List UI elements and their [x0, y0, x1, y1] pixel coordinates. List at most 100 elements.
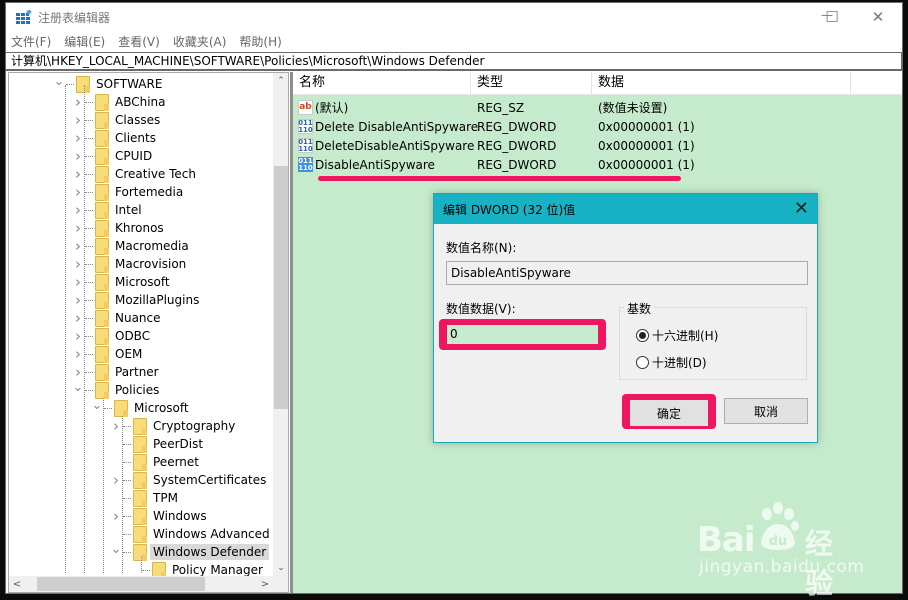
chevron-down-icon[interactable]: ⌄ — [110, 540, 122, 558]
tree-item[interactable]: › ABChina — [72, 93, 166, 111]
address-bar[interactable]: 计算机\HKEY_LOCAL_MACHINE\SOFTWARE\Policies… — [6, 52, 902, 71]
tree-item[interactable]: › Windows — [110, 507, 207, 525]
chevron-right-icon[interactable]: › — [110, 417, 122, 435]
folder-icon — [95, 291, 109, 309]
tree-item[interactable]: › Fortemedia — [72, 183, 183, 201]
value-row[interactable]: ab (默认) REG_SZ (数值未设置) — [293, 98, 902, 117]
tree-item[interactable]: Policy Manager — [129, 561, 263, 576]
chevron-right-icon[interactable]: › — [72, 129, 84, 147]
chevron-right-icon[interactable]: › — [72, 111, 84, 129]
menu-favorites[interactable]: 收藏夹(A) — [168, 32, 232, 52]
tree-item[interactable]: › Microsoft — [72, 273, 170, 291]
folder-icon — [95, 129, 109, 147]
tree-item[interactable]: PeerDist — [110, 435, 203, 453]
tree-item[interactable]: Windows Advanced Th — [110, 525, 273, 543]
tree-connector-line — [123, 443, 131, 445]
tree-item[interactable]: › Macrovision — [72, 255, 186, 273]
column-header-type[interactable]: 类型 — [471, 72, 592, 95]
chevron-right-icon[interactable]: › — [72, 327, 84, 345]
tree-item[interactable]: › Khronos — [72, 219, 164, 237]
radio-hexadecimal[interactable]: 十六进制(H) — [636, 327, 718, 344]
tree-item[interactable]: › Macromedia — [72, 237, 189, 255]
radio-selected-icon[interactable] — [636, 329, 649, 342]
tree-connector-line — [85, 137, 93, 139]
tree-item[interactable]: › OEM — [72, 345, 142, 363]
tree-item[interactable]: TPM — [110, 489, 178, 507]
value-type-cell: REG_DWORD — [477, 119, 557, 134]
chevron-right-icon[interactable]: › — [72, 345, 84, 363]
scroll-left-icon[interactable]: < — [9, 576, 25, 592]
tree-item[interactable]: › Classes — [72, 111, 160, 129]
menu-file[interactable]: 文件(F) — [6, 32, 56, 52]
chevron-right-icon[interactable]: › — [72, 165, 84, 183]
chevron-right-icon[interactable]: › — [72, 201, 84, 219]
tree-connector — [129, 561, 141, 576]
chevron-down-icon[interactable]: ⌄ — [72, 378, 84, 396]
tree-vertical-scrollbar[interactable]: ⌃ ⌄ — [273, 73, 288, 576]
menu-help[interactable]: 帮助(H) — [234, 32, 286, 52]
chevron-right-icon[interactable]: › — [72, 93, 84, 111]
chevron-right-icon[interactable]: › — [72, 309, 84, 327]
value-row[interactable]: 011 110 DeleteDisableAntiSpyware REG_DWORD 0… — [293, 136, 902, 155]
radio-unselected-icon[interactable] — [636, 356, 649, 369]
folder-icon — [152, 561, 166, 576]
tree-item[interactable]: › Nuance — [72, 309, 161, 327]
value-row[interactable]: 011 110 Delete DisableAntiSpyware REG_DWORD… — [293, 117, 902, 136]
chevron-down-icon[interactable]: ⌄ — [53, 73, 65, 90]
folder-icon — [95, 165, 109, 183]
chevron-down-icon[interactable]: ⌄ — [91, 396, 103, 414]
folder-icon — [95, 219, 109, 237]
chevron-right-icon[interactable]: › — [72, 219, 84, 237]
tree-item[interactable]: › SystemCertificates — [110, 471, 266, 489]
chevron-right-icon[interactable]: › — [72, 147, 84, 165]
folder-icon — [95, 255, 109, 273]
chevron-right-icon[interactable]: › — [110, 507, 122, 525]
tree-item[interactable]: › MozillaPlugins — [72, 291, 199, 309]
tree-item[interactable]: Peernet — [110, 453, 199, 471]
ok-button[interactable]: 确定 — [630, 400, 708, 426]
tree-item-label: Macromedia — [115, 239, 189, 253]
chevron-right-icon[interactable]: › — [72, 291, 84, 309]
dialog-close-icon[interactable]: ✕ — [794, 198, 809, 219]
chevron-right-icon[interactable]: › — [72, 273, 84, 291]
value-name-field[interactable]: DisableAntiSpyware — [446, 261, 808, 285]
folder-icon — [95, 111, 109, 129]
tree-horizontal-scroll-thumb[interactable] — [37, 577, 205, 591]
cancel-button[interactable]: 取消 — [724, 398, 808, 424]
base-label: 基数 — [624, 300, 655, 317]
scroll-down-icon[interactable]: ⌄ — [273, 560, 288, 576]
tree-horizontal-scrollbar[interactable]: < > — [9, 576, 273, 592]
scroll-up-icon[interactable]: ⌃ — [273, 73, 288, 89]
tree-item[interactable]: ⌄ SOFTWARE — [53, 73, 162, 93]
tree-vertical-scroll-thumb[interactable] — [274, 166, 288, 409]
maximize-button[interactable]: ☐ — [809, 3, 855, 31]
chevron-right-icon[interactable]: › — [72, 255, 84, 273]
tree-item[interactable]: ⌄ Windows Defender — [110, 540, 270, 561]
column-header-name[interactable]: 名称 — [293, 72, 471, 95]
tree-item-label: CPUID — [115, 149, 153, 163]
tree-item[interactable]: ⌄ Microsoft — [91, 396, 189, 417]
menu-view[interactable]: 查看(V) — [113, 32, 165, 52]
value-data-input[interactable]: 0 — [447, 325, 598, 344]
value-name-cell: 011 110 DeleteDisableAntiSpyware — [293, 138, 474, 153]
chevron-right-icon[interactable]: › — [72, 237, 84, 255]
tree-item-label: Partner — [115, 365, 159, 379]
folder-icon — [95, 345, 109, 363]
folder-icon — [133, 543, 147, 561]
tree-guide-line — [141, 556, 142, 573]
close-button[interactable]: ✕ — [855, 3, 901, 31]
value-data-cell: 0x00000001 (1) — [598, 157, 695, 172]
value-row[interactable]: 011 110 DisableAntiSpyware REG_DWORD 0x00000… — [293, 155, 902, 174]
tree-item[interactable]: › Intel — [72, 201, 142, 219]
column-header-data[interactable]: 数据 — [592, 72, 851, 95]
scroll-right-icon[interactable]: > — [257, 576, 273, 592]
window-title: 注册表编辑器 — [38, 11, 111, 25]
tree-item[interactable]: ⌄ Policies — [72, 378, 159, 399]
chevron-right-icon[interactable]: › — [110, 471, 122, 489]
tree-item[interactable]: › Creative Tech — [72, 165, 196, 183]
chevron-right-icon[interactable]: › — [72, 183, 84, 201]
radio-decimal[interactable]: 十进制(D) — [636, 354, 707, 371]
tree-item[interactable]: › Cryptography — [110, 417, 235, 435]
tree-item-label: Windows Advanced Th — [153, 527, 273, 541]
menu-edit[interactable]: 编辑(E) — [59, 32, 110, 52]
